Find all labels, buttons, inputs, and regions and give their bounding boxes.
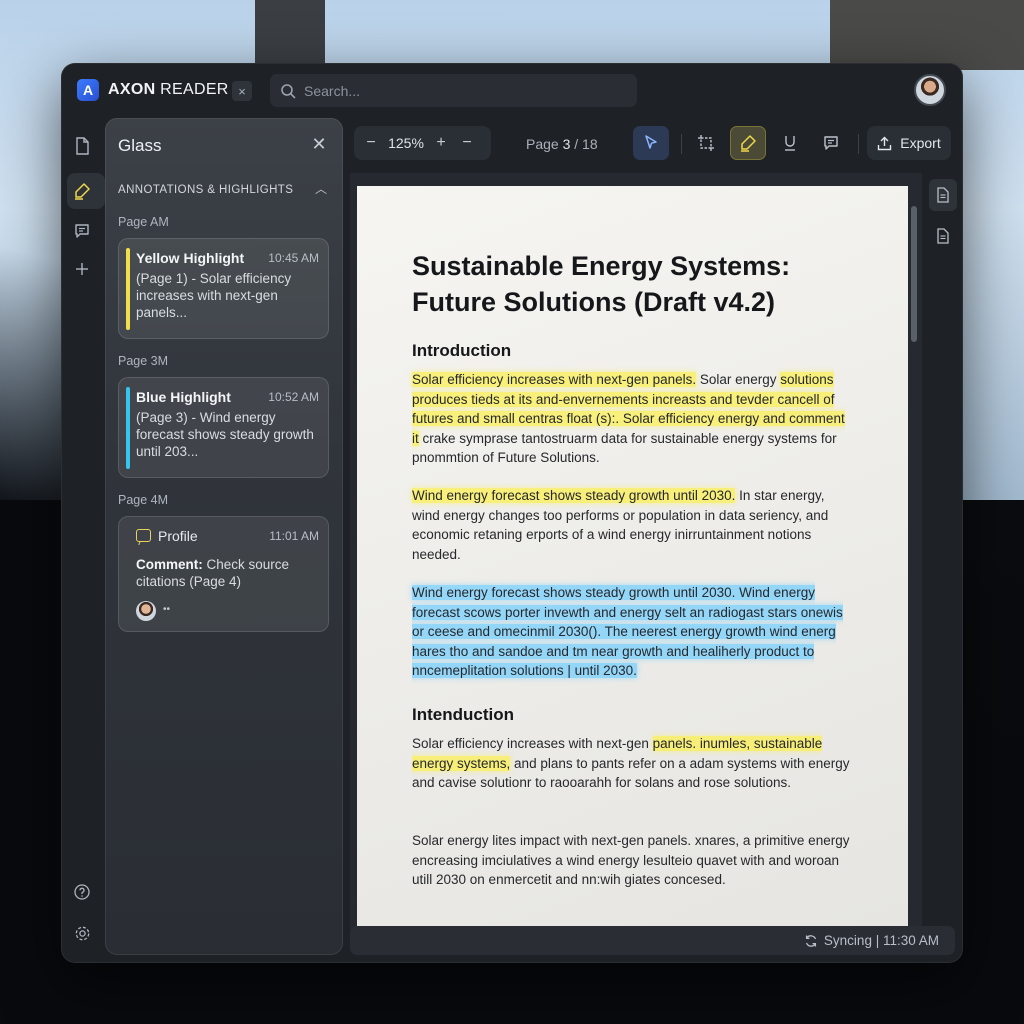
search-icon: [281, 83, 296, 98]
zoom-level[interactable]: 125%: [384, 135, 428, 151]
document-page[interactable]: Sustainable Energy Systems: Future Solut…: [357, 186, 908, 926]
annotation-card-blue[interactable]: Blue Highlight 10:52 AM (Page 3) - Wind …: [118, 377, 329, 478]
highlight-tool-button[interactable]: [730, 126, 766, 160]
zoom-reset-button[interactable]: −: [454, 130, 480, 156]
search-input[interactable]: [304, 82, 604, 99]
avatar: [136, 601, 156, 621]
document-icon: [937, 187, 949, 203]
underline-tool-button[interactable]: [772, 126, 808, 160]
more-indicator[interactable]: ••: [163, 604, 170, 615]
paragraph[interactable]: Wind energy forecast shows steady growth…: [412, 583, 852, 681]
group-label: Page AM: [118, 215, 169, 229]
page-indicator[interactable]: Page 3 / 18: [526, 136, 598, 152]
chevron-up-icon[interactable]: ︿: [315, 180, 327, 197]
document-title: Sustainable Energy Systems: Future Solut…: [412, 251, 791, 317]
help-icon[interactable]: [69, 879, 95, 905]
export-button[interactable]: Export: [867, 126, 951, 160]
card-time: 10:52 AM: [268, 390, 319, 404]
paragraph[interactable]: Solar efficiency increases with next-gen…: [412, 734, 852, 793]
divider: [681, 134, 682, 154]
user-avatar[interactable]: [914, 74, 946, 106]
blue-highlight-marker: [126, 387, 130, 469]
zoom-control: − 125% + −: [354, 126, 491, 160]
annotations-panel: Glass ✕ ANNOTATIONS & HIGHLIGHTS ︿ Page …: [105, 118, 343, 955]
sync-status: Syncing | 11:30 AM: [804, 933, 939, 948]
paragraph[interactable]: Solar energy lites impact with next-gen …: [412, 831, 852, 890]
sync-icon: [805, 934, 817, 947]
zoom-in-button[interactable]: +: [428, 130, 454, 156]
document-lines-icon: [937, 228, 949, 244]
highlighter-icon: [741, 135, 756, 152]
comment-author: Profile: [158, 528, 198, 544]
zoom-out-button[interactable]: −: [358, 130, 384, 156]
annotation-card-comment[interactable]: Profile 11:01 AM Comment: Check source c…: [118, 516, 329, 632]
page-view-button[interactable]: [929, 179, 957, 211]
comment-icon: [824, 136, 838, 150]
highlighter-icon[interactable]: [69, 178, 95, 204]
group-label: Page 3M: [118, 354, 169, 368]
app-title: AXON READER: [108, 81, 229, 98]
yellow-highlight-marker: [126, 248, 130, 330]
comment-text: Comment: Check source citations (Page 4): [136, 557, 290, 589]
card-title: Yellow Highlight: [136, 250, 245, 266]
status-bar: Syncing | 11:30 AM: [350, 926, 955, 955]
section-heading: Intenduction: [412, 705, 514, 724]
document-icon[interactable]: [69, 133, 95, 159]
search-bar[interactable]: [270, 74, 637, 107]
panel-title: Glass: [118, 136, 162, 155]
outline-view-button[interactable]: [929, 220, 957, 252]
export-label: Export: [900, 135, 941, 151]
export-icon: [878, 136, 892, 150]
card-time: 11:01 AM: [269, 529, 319, 543]
comment-icon: [136, 529, 151, 542]
top-bar: A AXON READER ×: [61, 63, 963, 117]
cursor-icon: [645, 135, 657, 149]
divider: [858, 134, 859, 154]
app-window: A AXON READER × Glass ✕ ANNOTATIONS & HI…: [61, 63, 963, 963]
card-body: (Page 1) - Solar efficiency increases wi…: [136, 271, 292, 320]
close-icon[interactable]: ✕: [309, 134, 329, 154]
app-logo-icon: A: [77, 79, 99, 101]
card-time: 10:45 AM: [268, 251, 319, 265]
section-heading: Introduction: [412, 341, 512, 360]
section-header[interactable]: ANNOTATIONS & HIGHLIGHTS: [118, 184, 293, 196]
settings-gear-icon[interactable]: [69, 920, 95, 946]
paragraph[interactable]: Wind energy forecast shows steady growth…: [412, 486, 852, 564]
annotation-card-yellow[interactable]: Yellow Highlight 10:45 AM (Page 1) - Sol…: [118, 238, 329, 339]
sync-status-text: Syncing | 11:30 AM: [823, 933, 939, 948]
paragraph[interactable]: Solar efficiency increases with next-gen…: [412, 370, 852, 468]
close-tab-button[interactable]: ×: [232, 81, 252, 101]
card-body: (Page 3) - Wind energy forecast shows st…: [136, 410, 314, 459]
comment-icon[interactable]: [69, 218, 95, 244]
comment-tool-button[interactable]: [813, 126, 849, 160]
crop-tool-button[interactable]: [688, 126, 724, 160]
add-icon[interactable]: [69, 256, 95, 282]
group-label: Page 4M: [118, 493, 169, 507]
card-title: Blue Highlight: [136, 389, 231, 405]
scrollbar[interactable]: [911, 206, 917, 342]
underline-icon: [785, 136, 795, 151]
crop-icon: [698, 135, 714, 151]
select-tool-button[interactable]: [633, 126, 669, 160]
